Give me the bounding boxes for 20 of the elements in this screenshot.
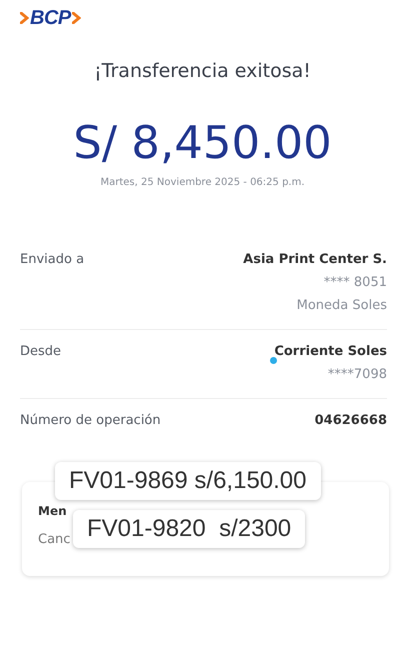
detail-value: Moneda Soles <box>296 298 387 313</box>
amount: S/ 8,450.00 <box>72 116 333 169</box>
bank-logo: BCP <box>30 6 71 30</box>
date-time: Martes, 25 Noviembre 2025 - 06:25 p.m. <box>99 177 306 188</box>
detail-label: Desde <box>20 344 62 361</box>
invoice-note: FV01-9869 s/6,150.00 <box>55 462 321 500</box>
success-title: ¡Transferencia exitosa! <box>93 60 312 82</box>
touch-dot-icon <box>270 357 277 364</box>
detail-label: Enviado a <box>20 252 84 269</box>
detail-value: ****7098 <box>328 367 387 382</box>
chevron-icon <box>72 12 81 24</box>
detail-label: Número de operación <box>20 413 161 428</box>
card-text: Canc <box>38 532 70 547</box>
detail-value: 04626668 <box>314 413 387 428</box>
detail-value: Asia Print Center S. <box>243 252 387 267</box>
invoice-note: FV01-9820 s/2300 <box>73 510 306 548</box>
card-heading: Men <box>38 504 67 518</box>
detail-value: Corriente Soles <box>274 344 387 359</box>
chevron-icon <box>20 12 29 24</box>
detail-value: **** 8051 <box>324 275 387 290</box>
